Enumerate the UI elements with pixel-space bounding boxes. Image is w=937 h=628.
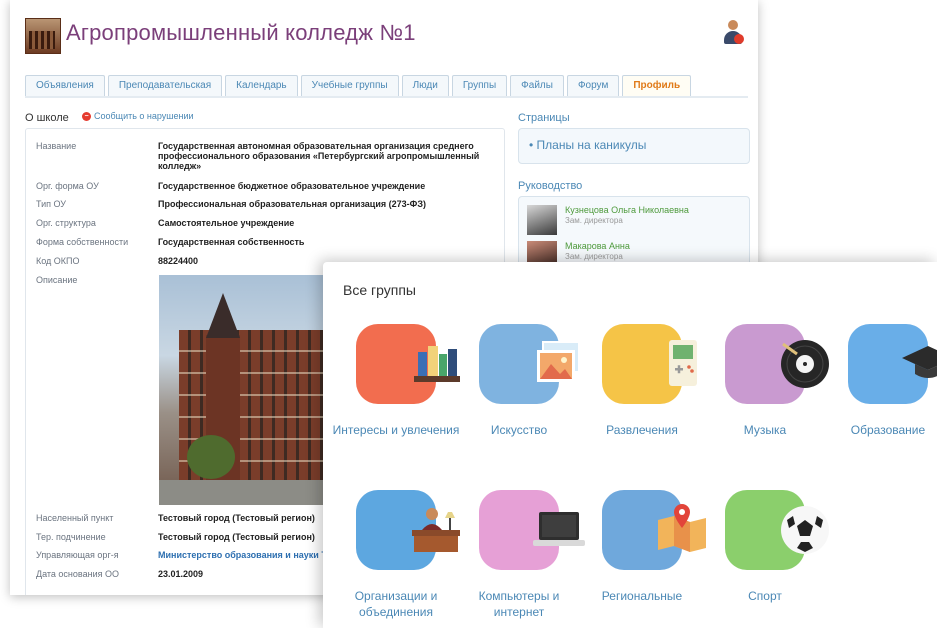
category-regional[interactable]: Региональные: [577, 490, 707, 604]
page-link-label: Планы на каникулы: [536, 138, 647, 152]
info-value: Государственная собственность: [158, 237, 305, 247]
tab-people[interactable]: Люди: [401, 75, 449, 96]
info-value: Государственная автономная образовательн…: [158, 141, 480, 171]
category-organizations[interactable]: Организации и объединения: [331, 490, 461, 620]
info-label: Тип ОУ: [36, 199, 67, 209]
category-entertainment[interactable]: Развлечения: [577, 324, 707, 438]
soccer-ball-icon[interactable]: [725, 490, 829, 570]
leader-name[interactable]: Кузнецова Ольга Николаевна: [565, 205, 689, 215]
avatar[interactable]: [527, 205, 557, 235]
info-value: Профессиональная образовательная организ…: [158, 199, 426, 209]
report-violation-label: Сообщить о нарушении: [94, 111, 194, 121]
info-value: Самостоятельное учреждение: [158, 218, 295, 228]
category-label[interactable]: Интересы и увлечения: [331, 422, 461, 438]
college-logo[interactable]: [25, 18, 61, 54]
category-sport[interactable]: Спорт: [700, 490, 830, 604]
groups-title: Все группы: [343, 282, 416, 298]
category-interests[interactable]: Интересы и увлечения: [331, 324, 461, 438]
tab-forum[interactable]: Форум: [566, 75, 620, 96]
leader-name[interactable]: Макарова Анна: [565, 241, 630, 251]
school-building-photo: [159, 275, 349, 505]
leader-role: Зам. директора: [565, 252, 623, 261]
pages-heading: Страницы: [518, 112, 570, 124]
leader-card[interactable]: Кузнецова Ольга Николаевна Зам. директор…: [527, 205, 747, 237]
profile-tabs: Объявления Преподавательская Календарь У…: [25, 75, 692, 97]
map-pin-icon[interactable]: [602, 490, 706, 570]
all-groups-panel: Все группы Интересы и увлечения Искусств: [323, 262, 937, 628]
category-computers[interactable]: Компьютеры и интернет: [454, 490, 585, 620]
info-label: Населенный пункт: [36, 513, 114, 523]
category-label[interactable]: Региональные: [577, 588, 707, 604]
category-label[interactable]: Развлечения: [577, 422, 707, 438]
picture-icon[interactable]: [479, 324, 580, 404]
tab-teachers[interactable]: Преподавательская: [107, 75, 223, 96]
category-label[interactable]: Искусство: [454, 422, 584, 438]
category-art[interactable]: Искусство: [454, 324, 584, 438]
category-label[interactable]: Спорт: [700, 588, 830, 604]
tab-files[interactable]: Файлы: [510, 75, 564, 96]
tab-calendar[interactable]: Календарь: [225, 75, 298, 96]
info-label: Тер. подчинение: [36, 532, 106, 542]
pages-list: • Планы на каникулы: [518, 128, 750, 164]
tab-groups[interactable]: Группы: [451, 75, 508, 96]
info-label: Управляющая орг-я: [36, 550, 119, 560]
vinyl-record-icon[interactable]: [725, 324, 829, 404]
laptop-icon[interactable]: [479, 490, 585, 570]
info-label: Описание: [36, 275, 78, 285]
leader-role: Зам. директора: [565, 216, 623, 225]
books-icon[interactable]: [356, 324, 460, 404]
no-entry-icon: −: [82, 111, 91, 121]
site-title[interactable]: Агропромышленный колледж №1: [66, 20, 416, 46]
tab-announcements[interactable]: Объявления: [25, 75, 105, 96]
about-heading: О школе: [25, 112, 69, 124]
office-desk-icon[interactable]: [356, 490, 460, 570]
category-label[interactable]: Компьютеры и интернет: [454, 588, 584, 620]
info-value: Государственное бюджетное образовательно…: [158, 181, 426, 191]
graduation-cap-icon[interactable]: [848, 324, 937, 404]
page-link[interactable]: • Планы на каникулы: [529, 138, 646, 152]
info-label: Код ОКПО: [36, 256, 80, 266]
report-violation-link[interactable]: − Сообщить о нарушении: [82, 111, 194, 121]
info-label: Орг. форма ОУ: [36, 181, 99, 191]
category-music[interactable]: Музыка: [700, 324, 830, 438]
leadership-heading: Руководство: [518, 180, 583, 192]
tab-divider: [25, 96, 748, 98]
gamepad-icon[interactable]: [602, 324, 697, 404]
category-label[interactable]: Организации и объединения: [331, 588, 461, 620]
category-education[interactable]: Образование: [823, 324, 937, 438]
category-label[interactable]: Образование: [823, 422, 937, 438]
site-header: Агропромышленный колледж №1: [10, 0, 758, 68]
info-label: Дата основания ОО: [36, 569, 119, 579]
tab-profile[interactable]: Профиль: [622, 75, 692, 96]
user-alert-icon[interactable]: [722, 20, 744, 46]
tab-study-groups[interactable]: Учебные группы: [300, 75, 399, 96]
info-label: Название: [36, 141, 77, 151]
info-label: Орг. структура: [36, 218, 96, 228]
info-label: Форма собственности: [36, 237, 129, 247]
category-label[interactable]: Музыка: [700, 422, 830, 438]
